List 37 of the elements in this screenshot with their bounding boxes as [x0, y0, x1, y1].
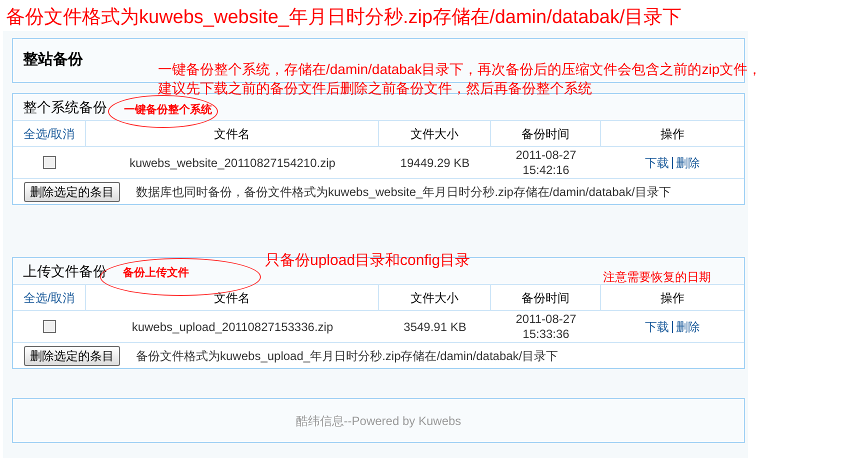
file-size: 19449.29 KB — [400, 154, 470, 172]
column-header: 备份时间 — [522, 126, 570, 142]
delete-link[interactable]: 删除 — [676, 318, 700, 336]
file-size: 3549.91 KB — [404, 318, 466, 336]
backup-note: 备份文件格式为kuwebs_upload_年月日时分秒.zip存储在/damin/databak/目录下 — [136, 348, 558, 364]
page-title: 备份文件格式为kuwebs_website_年月日时分秒.zip存储在/damin/databak/目录下 — [6, 6, 682, 30]
delete-link[interactable]: 删除 — [676, 154, 700, 172]
backup-time: 2011-08-27 15:33:36 — [516, 312, 576, 342]
select-all-link[interactable]: 全选/取消 — [23, 288, 75, 306]
column-header: 文件大小 — [410, 290, 458, 306]
annotation-label: 一键备份整个系统 — [124, 102, 212, 118]
column-header: 文件大小 — [410, 126, 458, 142]
panel-heading: 整站备份 — [23, 50, 83, 70]
annotation-text: 只备份upload目录和config目录 — [265, 251, 470, 271]
backup-time: 2011-08-27 15:42:16 — [516, 148, 576, 178]
column-header: 文件名 — [214, 126, 250, 142]
delete-selected-button[interactable]: 删除选定的条目 — [24, 182, 120, 202]
column-header: 操作 — [660, 126, 684, 142]
annotation-text: 建议先下载之前的备份文件后删除之前备份文件，然后再备份整个系统 — [158, 79, 592, 98]
select-all-link[interactable]: 全选/取消 — [23, 124, 75, 142]
backup-note: 数据库也同时备份，备份文件格式为kuwebs_website_年月日时分秒.zip存储在/damin/databak/目录下 — [136, 184, 671, 200]
checkbox[interactable] — [43, 320, 56, 333]
annotation-text: 一键备份整个系统，存储在/damin/databak目录下，再次备份后的压缩文件会包含之前的zip文件， — [158, 60, 762, 79]
footer-text: 酷纬信息--Powered by Kuwebs — [296, 412, 462, 430]
annotation-label: 备份上传文件 — [123, 266, 189, 281]
column-header: 文件名 — [214, 290, 250, 306]
checkbox[interactable] — [43, 156, 56, 169]
section-title: 整个系统备份 — [23, 98, 107, 116]
download-link[interactable]: 下载 — [645, 154, 669, 172]
file-name: kuwebs_upload_20110827153336.zip — [132, 318, 334, 336]
download-link[interactable]: 下载 — [645, 318, 669, 336]
file-name: kuwebs_website_20110827154210.zip — [130, 154, 336, 172]
delete-selected-button[interactable]: 删除选定的条目 — [24, 346, 120, 366]
annotation-text: 注意需要恢复的日期 — [603, 269, 711, 286]
section-title: 上传文件备份 — [23, 262, 107, 280]
column-header: 操作 — [660, 290, 684, 306]
column-header: 备份时间 — [522, 290, 570, 306]
